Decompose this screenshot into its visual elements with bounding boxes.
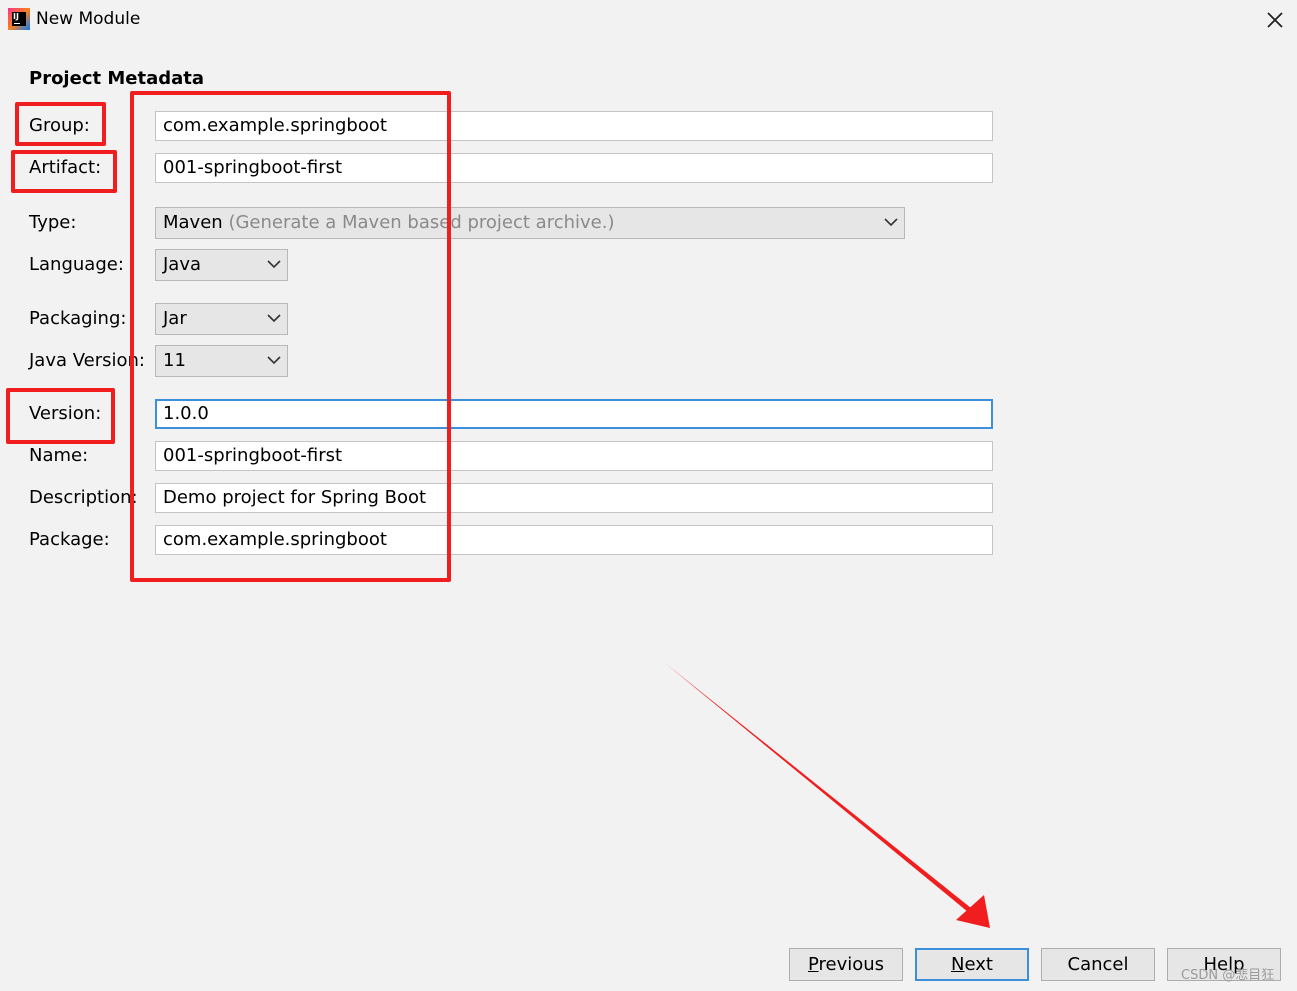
annotation-arrowhead	[956, 895, 990, 928]
next-button-mnemonic: N	[951, 954, 965, 975]
annotation-arrow	[665, 663, 990, 928]
previous-button-label: revious	[818, 954, 885, 975]
next-button[interactable]: Next	[915, 948, 1029, 981]
next-button-label: ext	[964, 954, 993, 975]
previous-button-mnemonic: P	[807, 954, 819, 975]
watermark: CSDN @悲目狂	[1181, 968, 1275, 983]
cancel-button[interactable]: Cancel	[1041, 948, 1155, 981]
previous-button[interactable]: Previous	[789, 948, 903, 981]
annotation-arrow-shaft	[665, 663, 971, 912]
